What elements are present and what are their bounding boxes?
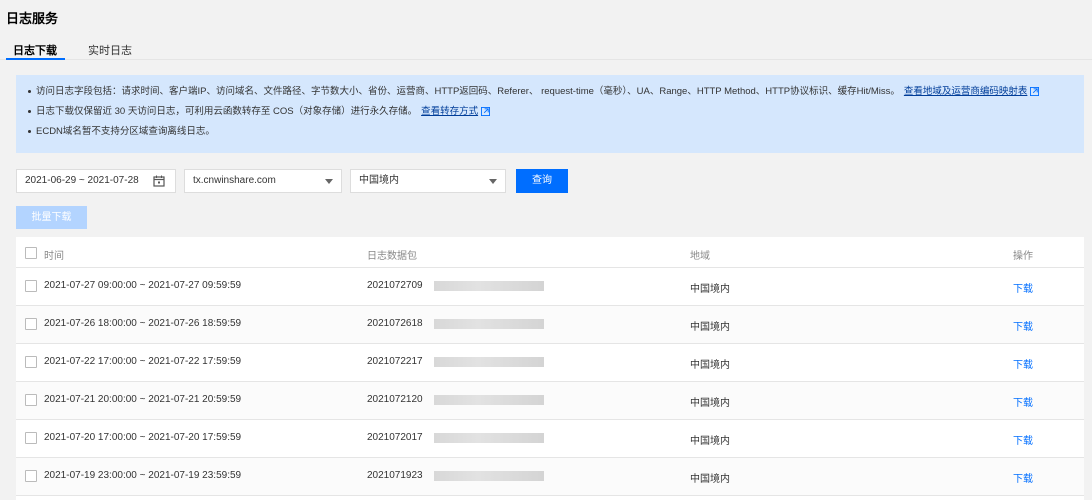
row-region: 中国境内 xyxy=(690,474,730,485)
row-time: 2021-07-27 09:00:00 ~ 2021-07-27 09:59:5… xyxy=(44,280,242,291)
date-range-value: 2021-06-29 ~ 2021-07-28 xyxy=(25,175,139,186)
table-row: 2021-07-19 23:00:00 ~ 2021-07-19 23:59:5… xyxy=(16,458,1084,496)
row-checkbox[interactable] xyxy=(25,432,37,444)
table-row: 2021-07-22 17:00:00 ~ 2021-07-22 17:59:5… xyxy=(16,344,1084,382)
column-header-time: 时间 xyxy=(44,251,64,262)
row-package: 2021072120 xyxy=(367,394,423,405)
download-link[interactable]: 下载 xyxy=(1013,432,1033,447)
batch-download-button[interactable]: 批量下载 xyxy=(16,206,87,229)
row-region: 中国境内 xyxy=(690,398,730,409)
row-package: 2021072709 xyxy=(367,280,423,291)
external-link-icon[interactable] xyxy=(1030,86,1040,96)
row-checkbox[interactable] xyxy=(25,470,37,482)
query-button[interactable]: 查询 xyxy=(516,169,568,193)
row-package: 2021071923 xyxy=(367,470,423,481)
row-package: 2021072618 xyxy=(367,318,423,329)
download-link[interactable]: 下载 xyxy=(1013,394,1033,409)
bullet-icon xyxy=(28,129,31,133)
table-row: 2021-07-21 20:00:00 ~ 2021-07-21 20:59:5… xyxy=(16,382,1084,420)
select-all-checkbox[interactable] xyxy=(25,247,37,259)
download-link[interactable]: 下载 xyxy=(1013,280,1033,295)
row-time: 2021-07-22 17:00:00 ~ 2021-07-22 17:59:5… xyxy=(44,356,242,367)
row-checkbox[interactable] xyxy=(25,280,37,292)
redacted-filename xyxy=(434,433,544,443)
row-package: 2021072017 xyxy=(367,432,423,443)
tab-realtime-log[interactable]: 实时日志 xyxy=(88,42,132,58)
row-checkbox[interactable] xyxy=(25,356,37,368)
tab-bar: 日志下载 实时日志 xyxy=(0,38,1092,60)
bullet-icon xyxy=(28,109,31,113)
row-time: 2021-07-19 23:00:00 ~ 2021-07-19 23:59:5… xyxy=(44,470,242,481)
active-tab-indicator xyxy=(6,58,65,60)
redacted-filename xyxy=(434,357,544,367)
notice-line-ecdn: ECDN域名暂不支持分区域查询离线日志。 xyxy=(28,122,1072,142)
info-notice: 访问日志字段包括：请求时间、客户端IP、访问域名、文件路径、字节数大小、省份、运… xyxy=(16,75,1084,153)
page-title: 日志服务 xyxy=(6,11,59,26)
row-region: 中国境内 xyxy=(690,284,730,295)
region-isp-mapping-link[interactable]: 查看地域及运营商编码映射表 xyxy=(904,86,1028,97)
domain-select-value: tx.cnwinshare.com xyxy=(193,175,276,186)
table-row: 2021-07-20 17:00:00 ~ 2021-07-20 17:59:5… xyxy=(16,420,1084,458)
row-checkbox[interactable] xyxy=(25,318,37,330)
region-select-value: 中国境内 xyxy=(359,175,399,186)
log-table: 时间 日志数据包 地域 操作 2021-07-27 09:00:00 ~ 202… xyxy=(16,237,1084,500)
notice-line-fields: 访问日志字段包括：请求时间、客户端IP、访问域名、文件路径、字节数大小、省份、运… xyxy=(28,82,1072,102)
table-row: 2021-07-26 18:00:00 ~ 2021-07-26 18:59:5… xyxy=(16,306,1084,344)
table-row: 2021-07-27 09:00:00 ~ 2021-07-27 09:59:5… xyxy=(16,268,1084,306)
region-select[interactable]: 中国境内 xyxy=(350,169,506,193)
row-region: 中国境内 xyxy=(690,436,730,447)
domain-select[interactable]: tx.cnwinshare.com xyxy=(184,169,342,193)
row-region: 中国境内 xyxy=(690,360,730,371)
redacted-filename xyxy=(434,281,544,291)
row-checkbox[interactable] xyxy=(25,394,37,406)
table-header: 时间 日志数据包 地域 操作 xyxy=(16,237,1084,268)
column-header-action: 操作 xyxy=(1013,251,1033,262)
column-header-region: 地域 xyxy=(690,251,710,262)
notice-text-retention: 日志下载仅保留近 30 天访问日志，可利用云函数转存至 COS（对象存储）进行永… xyxy=(36,106,418,117)
notice-line-retention: 日志下载仅保留近 30 天访问日志，可利用云函数转存至 COS（对象存储）进行永… xyxy=(28,102,1072,122)
tab-log-download[interactable]: 日志下载 xyxy=(13,42,57,58)
redacted-filename xyxy=(434,395,544,405)
row-time: 2021-07-21 20:00:00 ~ 2021-07-21 20:59:5… xyxy=(44,394,242,405)
redacted-filename xyxy=(434,319,544,329)
external-link-icon[interactable] xyxy=(481,106,491,116)
row-time: 2021-07-26 18:00:00 ~ 2021-07-26 18:59:5… xyxy=(44,318,242,329)
download-link[interactable]: 下载 xyxy=(1013,356,1033,371)
date-range-picker[interactable]: 2021-06-29 ~ 2021-07-28 xyxy=(16,169,176,193)
notice-text-fields: 访问日志字段包括：请求时间、客户端IP、访问域名、文件路径、字节数大小、省份、运… xyxy=(36,86,900,97)
redacted-filename xyxy=(434,471,544,481)
calendar-icon xyxy=(153,175,165,187)
row-package: 2021072217 xyxy=(367,356,423,367)
chevron-down-icon xyxy=(325,179,333,184)
download-link[interactable]: 下载 xyxy=(1013,318,1033,333)
row-region: 中国境内 xyxy=(690,322,730,333)
transfer-method-link[interactable]: 查看转存方式 xyxy=(421,106,478,117)
download-link[interactable]: 下载 xyxy=(1013,470,1033,485)
bullet-icon xyxy=(28,89,31,93)
notice-text-ecdn: ECDN域名暂不支持分区域查询离线日志。 xyxy=(36,126,215,137)
row-time: 2021-07-20 17:00:00 ~ 2021-07-20 17:59:5… xyxy=(44,432,242,443)
chevron-down-icon xyxy=(489,179,497,184)
column-header-package: 日志数据包 xyxy=(367,251,417,262)
